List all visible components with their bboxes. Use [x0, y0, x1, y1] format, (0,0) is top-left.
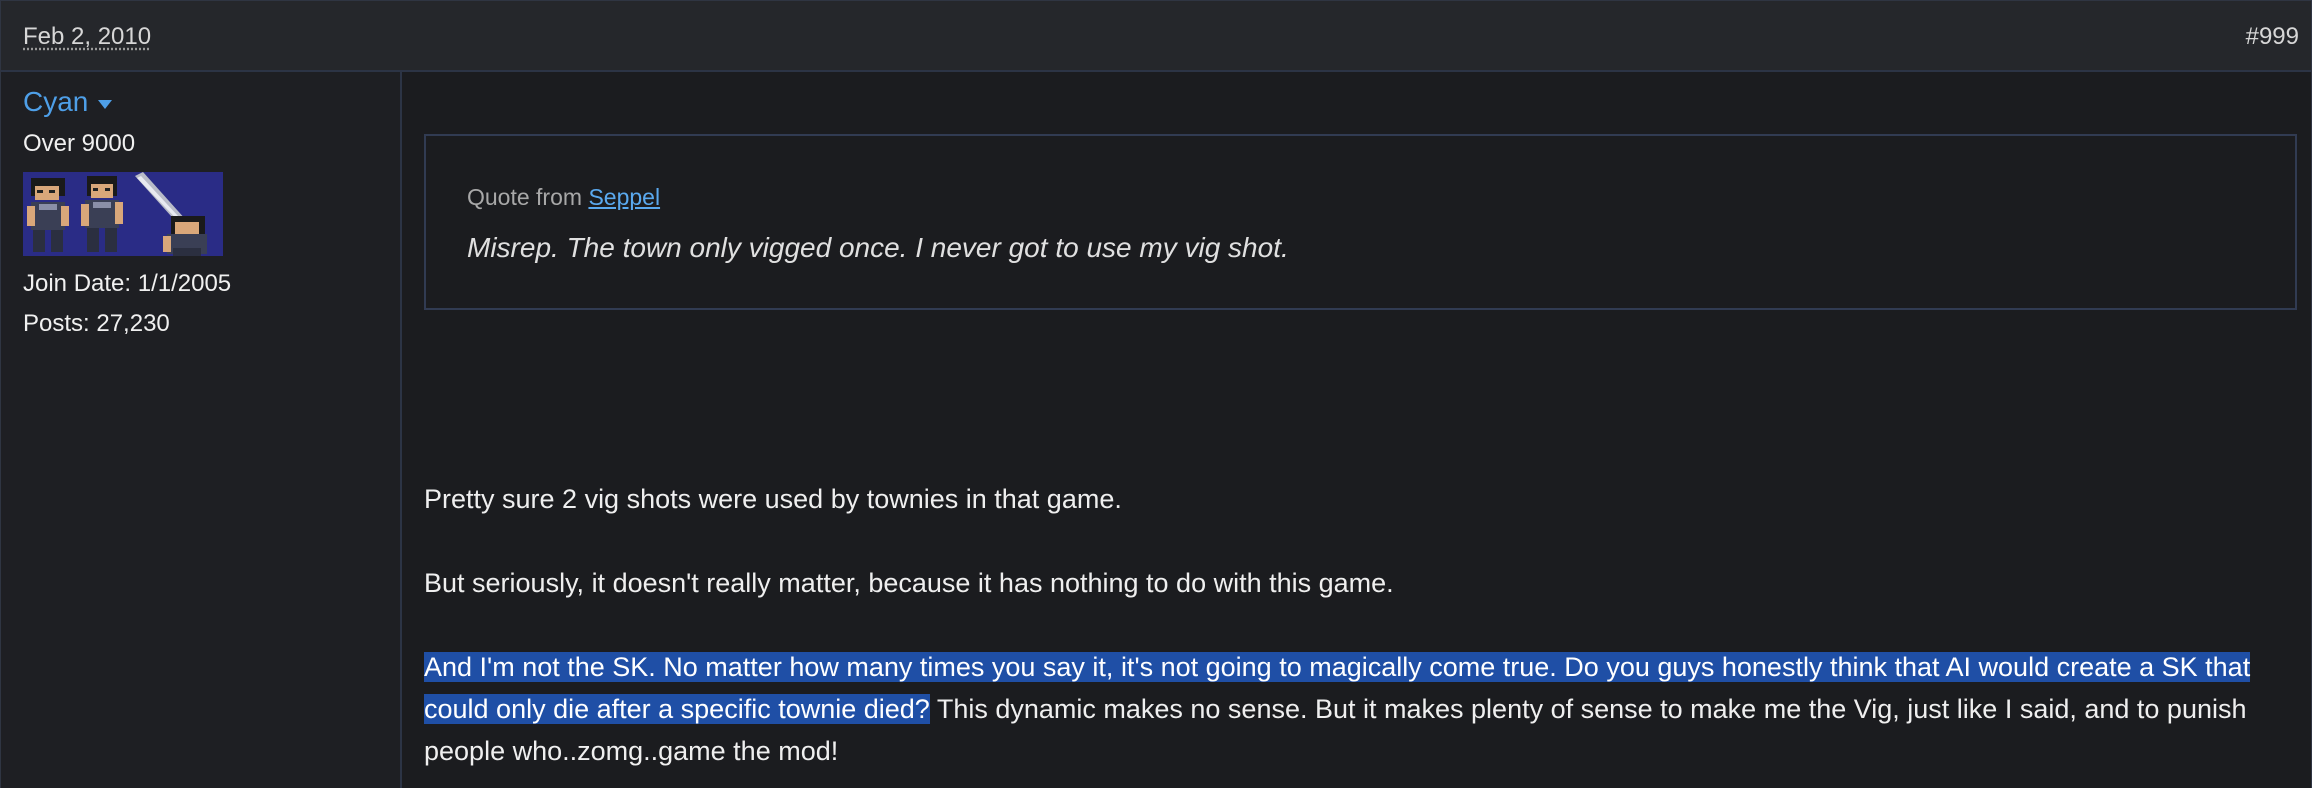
avatar	[23, 172, 223, 256]
forum-post: Feb 2, 2010 #999 Cyan Over 9000 Join Dat…	[0, 0, 2312, 788]
username-dropdown[interactable]: Cyan	[23, 86, 113, 118]
post-date-link[interactable]: Feb 2, 2010	[23, 23, 151, 51]
quote-text: Misrep. The town only vigged once. I nev…	[467, 232, 1289, 263]
avatar-sprites-icon	[23, 172, 223, 256]
caret-down-icon[interactable]	[98, 99, 113, 109]
quote-author-link[interactable]: Seppel	[588, 184, 660, 210]
post-header: Feb 2, 2010 #999	[1, 1, 2311, 72]
user-rank: Over 9000	[23, 130, 136, 157]
post-paragraph-1: Pretty sure 2 vig shots were used by tow…	[424, 484, 1122, 514]
quote-prefix: Quote from	[467, 184, 589, 210]
post-paragraph-3: And I'm not the SK. No matter how many t…	[424, 646, 2294, 772]
post-content: Quote from Seppel Misrep. The town only …	[402, 72, 2311, 788]
user-sidebar: Cyan Over 9000 Join Date: 1/1/2005 Posts…	[1, 72, 402, 788]
join-date: Join Date: 1/1/2005	[23, 270, 232, 297]
post-number-link[interactable]: #999	[2246, 23, 2299, 51]
post-paragraph-2: But seriously, it doesn't really matter,…	[424, 568, 1394, 598]
quote-attribution: Quote from Seppel	[467, 184, 660, 211]
quote-block: Quote from Seppel Misrep. The town only …	[424, 134, 2297, 310]
username-label[interactable]: Cyan	[23, 86, 88, 118]
post-count: Posts: 27,230	[23, 310, 170, 337]
